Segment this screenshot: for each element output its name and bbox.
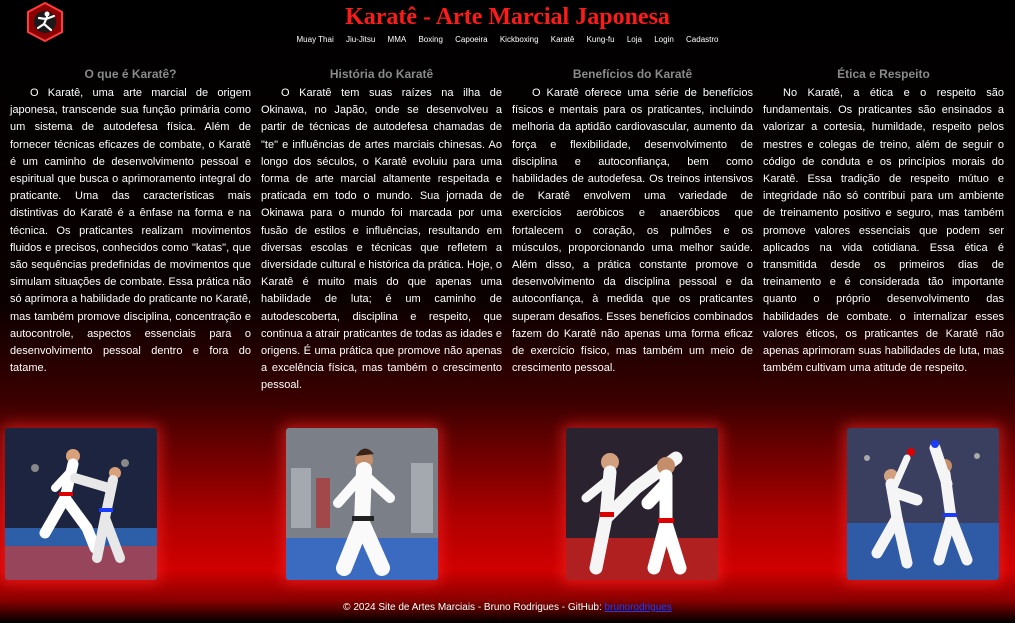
nav-item-capoeira[interactable]: Capoeira	[455, 35, 487, 44]
section-heading: Ética e Respeito	[837, 67, 930, 81]
nav-item-boxing[interactable]: Boxing	[418, 35, 442, 44]
section-o-que-e-karate: O que é Karatê? O Karatê, uma arte marci…	[10, 67, 251, 395]
nav-item-karate[interactable]: Karatê	[551, 35, 575, 44]
nav-item-jiu-jitsu[interactable]: Jiu-Jitsu	[346, 35, 375, 44]
karate-sparring-photo	[847, 428, 999, 580]
karate-high-kick-photo	[566, 428, 718, 580]
main-nav: Muay Thai Jiu-Jitsu MMA Boxing Capoeira …	[0, 35, 1015, 44]
section-historia: História do Karatê O Karatê tem suas raí…	[261, 67, 502, 395]
karate-kick-photo	[5, 428, 157, 580]
nav-item-kung-fu[interactable]: Kung-fu	[587, 35, 615, 44]
page-title: Karatê - Arte Marcial Japonesa	[345, 4, 670, 30]
section-heading: Benefícios do Karatê	[572, 67, 693, 81]
nav-item-muay-thai[interactable]: Muay Thai	[297, 35, 334, 44]
section-text: No Karatê, a ética e o respeito são fund…	[763, 87, 1004, 375]
karate-stance-photo	[286, 428, 438, 580]
section-text: O Karatê oferece uma série de benefícios…	[512, 87, 753, 375]
nav-item-loja[interactable]: Loja	[627, 35, 642, 44]
section-heading: História do Karatê	[329, 67, 434, 81]
nav-item-login[interactable]: Login	[654, 35, 674, 44]
nav-item-kickboxing[interactable]: Kickboxing	[500, 35, 539, 44]
content-columns: O que é Karatê? O Karatê, uma arte marci…	[10, 67, 1005, 395]
footer-text: © 2024 Site de Artes Marciais - Bruno Ro…	[343, 602, 605, 613]
nav-item-cadastro[interactable]: Cadastro	[686, 35, 718, 44]
nav-item-mma[interactable]: MMA	[388, 35, 407, 44]
section-heading: O que é Karatê?	[84, 67, 177, 81]
section-text: O Karatê tem suas raízes na ilha de Okin…	[261, 87, 502, 392]
section-beneficios: Benefícios do Karatê O Karatê oferece um…	[512, 67, 753, 395]
github-link[interactable]: brunorodrigues	[605, 602, 672, 613]
footer: © 2024 Site de Artes Marciais - Bruno Ro…	[0, 602, 1015, 613]
section-etica-respeito: Ética e Respeito No Karatê, a ética e o …	[763, 67, 1004, 395]
section-text: O Karatê, uma arte marcial de origem jap…	[10, 87, 251, 375]
